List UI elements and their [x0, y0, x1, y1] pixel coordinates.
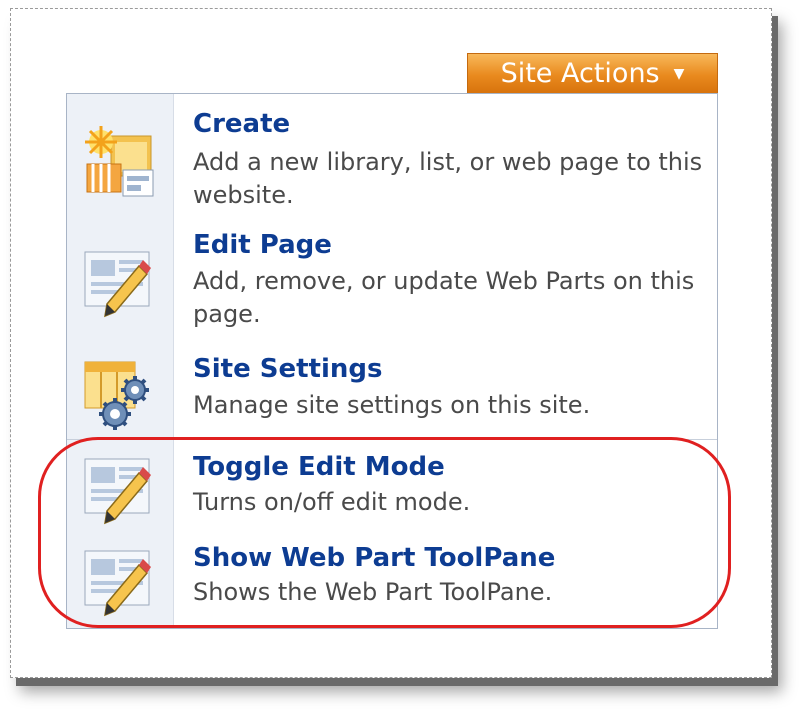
menu-item-description: Manage site settings on this site.: [193, 391, 591, 419]
menu-item-edit-page[interactable]: Edit Page Add, remove, or update Web Par…: [67, 230, 717, 347]
site-settings-icon: [84, 361, 149, 430]
site-actions-label: Site Actions: [500, 58, 660, 89]
menu-item-description: Add, remove, or update Web Parts on this…: [193, 267, 695, 328]
site-actions-button[interactable]: Site Actions ▼: [467, 53, 718, 93]
menu-item-title[interactable]: Site Settings: [193, 354, 382, 384]
edit-page-icon: [84, 251, 151, 318]
menu-item-description: Add a new library, list, or web page to …: [193, 148, 703, 209]
menu-item-title[interactable]: Create: [193, 109, 290, 139]
menu-item-site-settings[interactable]: Site Settings Manage site settings on th…: [67, 352, 717, 437]
menu-item-title[interactable]: Edit Page: [193, 230, 332, 260]
create-icon: [85, 126, 154, 197]
highlight-annotation: [38, 437, 731, 628]
chevron-down-icon: ▼: [673, 65, 685, 82]
menu-item-create[interactable]: Create Add a new library, list, or web p…: [67, 106, 717, 221]
